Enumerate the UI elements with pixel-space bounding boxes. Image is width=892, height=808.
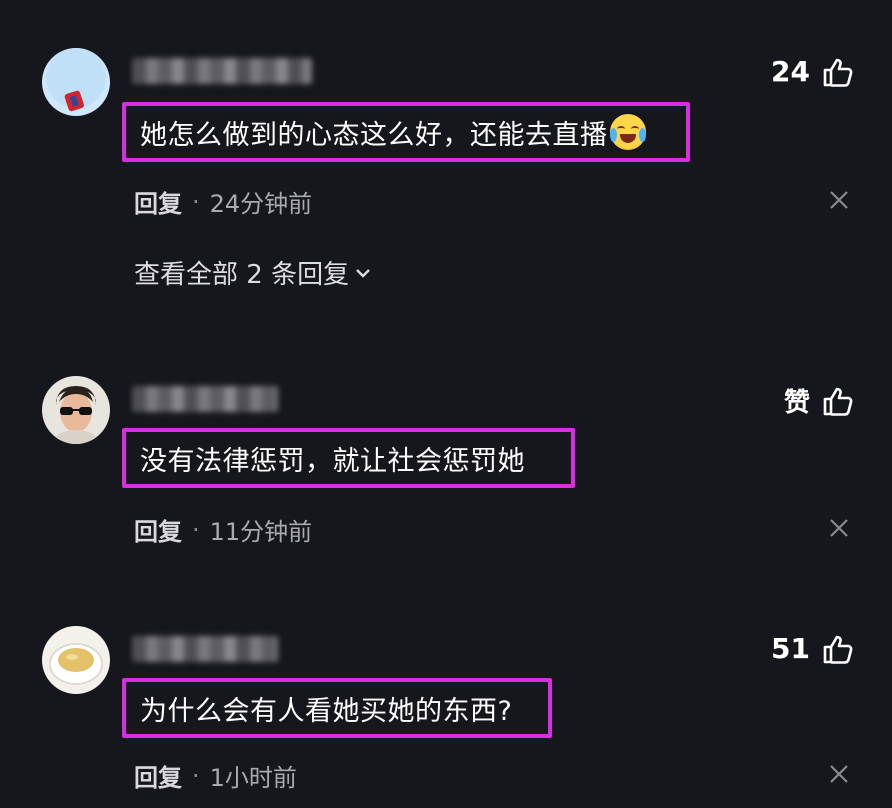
username[interactable] [132,386,278,412]
close-icon[interactable] [828,189,850,211]
timestamp: 11分钟前 [209,518,313,546]
comment-meta: 回复 · 24分钟前 [134,184,312,219]
comment-text-box: 她怎么做到的心态这么好，还能去直播 [122,102,690,162]
reply-button[interactable]: 回复 [134,184,182,219]
thumbs-up-icon [823,387,853,416]
comment-meta: 回复 · 1小时前 [134,758,297,793]
view-all-replies-button[interactable]: 查看全部 2 条回复 [134,254,373,291]
thumbs-up-icon [823,58,853,87]
username[interactable] [132,636,278,662]
separator: · [192,761,200,790]
comment-meta: 回复 · 11分钟前 [134,512,312,547]
separator: · [192,187,200,216]
thumbs-up-icon [823,635,853,664]
reply-button[interactable]: 回复 [134,512,182,547]
comment-text-box: 没有法律惩罚，就让社会惩罚她 [122,428,575,488]
like-count: 51 [771,632,810,665]
close-icon[interactable] [828,763,850,785]
comment-text: 她怎么做到的心态这么好，还能去直播 [140,119,608,151]
crying-laughing-emoji-icon [609,114,646,150]
view-all-replies-label: 查看全部 2 条回复 [134,260,350,290]
avatar[interactable] [42,376,110,444]
like-count: 24 [771,55,810,88]
like-button[interactable]: 24 [771,55,854,88]
comment-text: 没有法律惩罚，就让社会惩罚她 [140,445,525,477]
comment-text: 为什么会有人看她买她的东西? [140,695,513,727]
like-count: 赞 [783,388,810,418]
avatar[interactable] [42,626,110,694]
close-icon[interactable] [828,517,850,539]
chevron-down-icon [356,268,370,278]
avatar[interactable] [42,48,110,116]
like-button[interactable]: 赞 [784,382,854,419]
timestamp: 1小时前 [209,764,297,792]
like-button[interactable]: 51 [771,632,854,665]
reply-button[interactable]: 回复 [134,758,182,793]
comment-text-box: 为什么会有人看她买她的东西? [122,678,552,738]
timestamp: 24分钟前 [209,190,313,218]
separator: · [192,515,200,544]
username[interactable] [132,58,312,84]
